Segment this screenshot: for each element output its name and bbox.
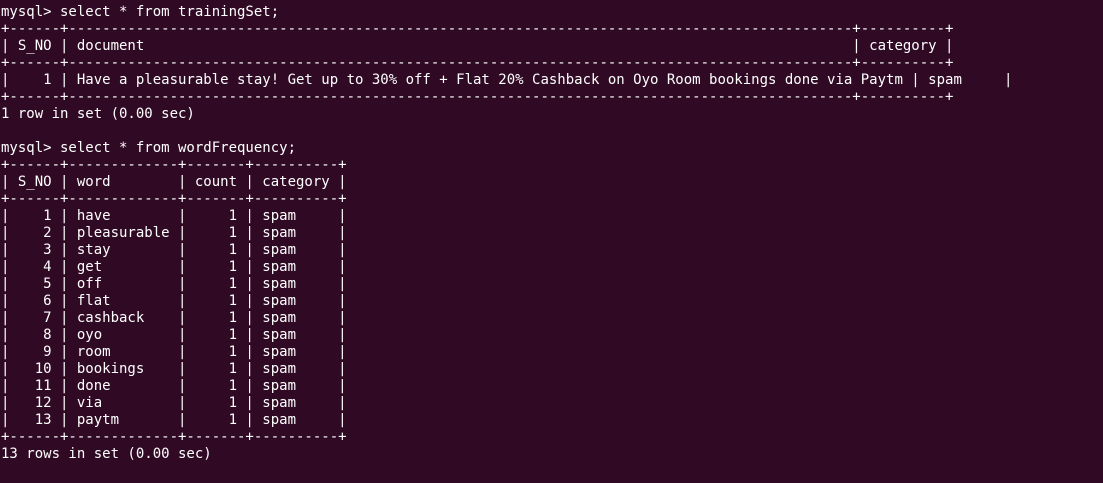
table-row: | 1 | have | 1 | spam | (1, 208, 347, 224)
result-summary: 13 rows in set (0.00 sec) (1, 446, 212, 462)
table-row: | 6 | flat | 1 | spam | (1, 293, 347, 309)
table-row: | 13 | paytm | 1 | spam | (1, 412, 347, 428)
table-row: | 9 | room | 1 | spam | (1, 344, 347, 360)
table-row: | 8 | oyo | 1 | spam | (1, 327, 347, 343)
table-row: | 10 | bookings | 1 | spam | (1, 361, 347, 377)
prompt-line-trainingset: mysql> select * from trainingSet; (1, 4, 280, 20)
table-row: | 7 | cashback | 1 | spam | (1, 310, 347, 326)
table-border: +------+--------------------------------… (1, 55, 954, 71)
table-border: +------+-------------+-------+----------… (1, 429, 347, 445)
table-border: +------+--------------------------------… (1, 89, 954, 105)
table-row: | 1 | Have a pleasurable stay! Get up to… (1, 72, 1013, 88)
table-row: | 2 | pleasurable | 1 | spam | (1, 225, 347, 241)
prompt-line-wordfrequency: mysql> select * from wordFrequency; (1, 140, 297, 156)
result-summary: 1 row in set (0.00 sec) (1, 106, 195, 122)
table-row: | 3 | stay | 1 | spam | (1, 242, 347, 258)
table-border: +------+-------------+-------+----------… (1, 191, 347, 207)
table-row: | 5 | off | 1 | spam | (1, 276, 347, 292)
table-row: | 4 | get | 1 | spam | (1, 259, 347, 275)
table-border: +------+--------------------------------… (1, 21, 954, 37)
table-row: | 12 | via | 1 | spam | (1, 395, 347, 411)
terminal-window[interactable]: mysql> select * from trainingSet; +-----… (0, 0, 1103, 483)
table-border: +------+-------------+-------+----------… (1, 157, 347, 173)
table-row: | 11 | done | 1 | spam | (1, 378, 347, 394)
table-header-row: | S_NO | document | category | (1, 38, 954, 54)
table-header-row: | S_NO | word | count | category | (1, 174, 347, 190)
